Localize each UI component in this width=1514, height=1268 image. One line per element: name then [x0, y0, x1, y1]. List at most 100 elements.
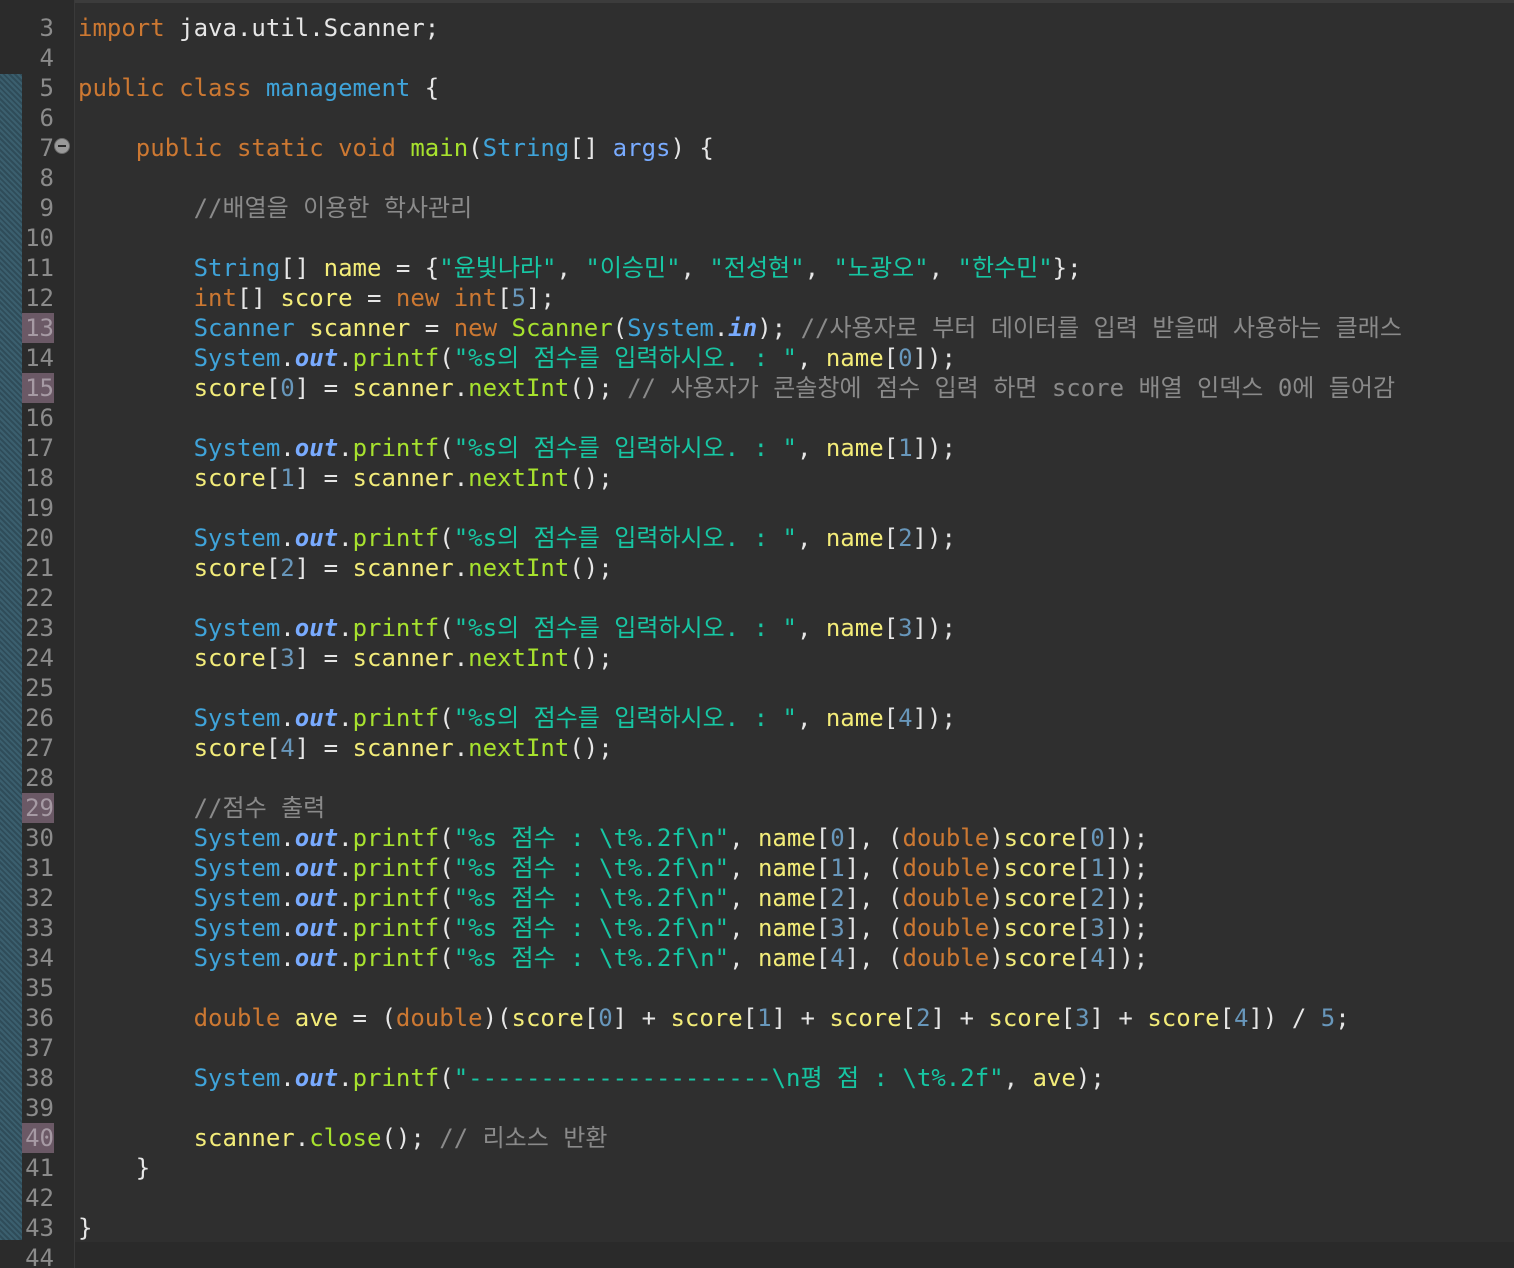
code-line[interactable]: 7 public static void main(String[] args)… [0, 133, 1514, 163]
code-line[interactable]: 30 System.out.printf("%s 점수 : \t%.2f\n",… [0, 823, 1514, 853]
code-line[interactable]: 29 //점수 출력 [0, 793, 1514, 823]
code-line[interactable]: 11 String[] name = {"윤빛나라", "이승민", "전성현"… [0, 253, 1514, 283]
code-text[interactable]: System.out.printf("%s 점수 : \t%.2f\n", na… [78, 823, 1149, 853]
code-line[interactable]: 40 scanner.close(); // 리소스 반환 [0, 1123, 1514, 1153]
code-line[interactable]: 10 [0, 223, 1514, 253]
code-token: 2 [280, 554, 295, 582]
code-token: int [193, 284, 237, 312]
code-text[interactable]: System.out.printf("%s 점수 : \t%.2f\n", na… [78, 913, 1149, 943]
line-number: 34 [25, 944, 54, 972]
code-line[interactable]: 3 import java.util.Scanner; [0, 13, 1514, 43]
code-text[interactable]: System.out.printf("%s의 점수를 입력하시오. : ", n… [78, 703, 956, 733]
line-number: 17 [25, 434, 54, 462]
code-text[interactable]: System.out.printf("%s 점수 : \t%.2f\n", na… [78, 853, 1149, 883]
code-line[interactable]: 26 System.out.printf("%s의 점수를 입력하시오. : "… [0, 703, 1514, 733]
code-text[interactable]: //배열을 이용한 학사관리 [78, 193, 473, 223]
code-text[interactable]: double ave = (double)(score[0] + score[1… [78, 1003, 1350, 1033]
code-line[interactable]: 12 int[] score = new int[5]; [0, 283, 1514, 313]
code-token: [] [569, 134, 613, 162]
code-text[interactable]: score[1] = scanner.nextInt(); [78, 463, 613, 493]
code-line[interactable]: 16 [0, 403, 1514, 433]
code-text[interactable]: score[4] = scanner.nextInt(); [78, 733, 613, 763]
code-text[interactable]: System.out.printf("%s의 점수를 입력하시오. : ", n… [78, 433, 956, 463]
code-line[interactable]: 8 [0, 163, 1514, 193]
code-line[interactable]: 5 public class management { [0, 73, 1514, 103]
code-token: name [825, 344, 884, 372]
code-line[interactable]: 28 [0, 763, 1514, 793]
code-text[interactable]: System.out.printf("%s의 점수를 입력하시오. : ", n… [78, 523, 956, 553]
code-token: "%s 점수 : \t%.2f\n" [453, 854, 730, 882]
code-line[interactable]: 39 [0, 1093, 1514, 1123]
code-line[interactable]: 44 [0, 1243, 1514, 1268]
fold-collapse-icon[interactable] [54, 138, 70, 154]
code-token: (); [569, 374, 628, 402]
code-token: 0 [280, 374, 295, 402]
code-line[interactable]: 21 score[2] = scanner.nextInt(); [0, 553, 1514, 583]
code-text[interactable]: score[2] = scanner.nextInt(); [78, 553, 613, 583]
code-token: main [410, 134, 469, 162]
code-token: [ [883, 704, 899, 732]
code-line[interactable]: 23 System.out.printf("%s의 점수를 입력하시오. : "… [0, 613, 1514, 643]
code-editor[interactable]: 3 import java.util.Scanner; 4 5 public class… [0, 0, 1514, 1268]
code-line[interactable]: 38 System.out.printf("------------------… [0, 1063, 1514, 1093]
code-text[interactable]: public class management { [78, 73, 439, 103]
code-line[interactable]: 24 score[3] = scanner.nextInt(); [0, 643, 1514, 673]
code-text[interactable]: System.out.printf("---------------------… [78, 1063, 1105, 1093]
code-line[interactable]: 43} [0, 1213, 1514, 1243]
code-text[interactable]: Scanner scanner = new Scanner(System.in)… [78, 313, 1402, 343]
code-line[interactable]: 35 [0, 973, 1514, 1003]
code-token: )( [482, 1004, 512, 1032]
code-text[interactable]: System.out.printf("%s의 점수를 입력하시오. : ", n… [78, 613, 956, 643]
code-line[interactable]: 36 double ave = (double)(score[0] + scor… [0, 1003, 1514, 1033]
code-text[interactable]: score[3] = scanner.nextInt(); [78, 643, 613, 673]
code-token: . [453, 554, 469, 582]
code-token: name [825, 704, 884, 732]
code-line[interactable]: 37 [0, 1033, 1514, 1063]
code-text[interactable]: System.out.printf("%s의 점수를 입력하시오. : ", n… [78, 343, 956, 373]
code-line[interactable]: 13 Scanner scanner = new Scanner(System.… [0, 313, 1514, 343]
code-line[interactable]: 41 } [0, 1153, 1514, 1183]
code-line[interactable]: 34 System.out.printf("%s 점수 : \t%.2f\n",… [0, 943, 1514, 973]
code-line[interactable]: 27 score[4] = scanner.nextInt(); [0, 733, 1514, 763]
code-text[interactable]: //점수 출력 [78, 793, 326, 823]
code-line[interactable]: 22 [0, 583, 1514, 613]
code-text[interactable]: import java.util.Scanner; [78, 13, 439, 43]
code-text[interactable]: System.out.printf("%s 점수 : \t%.2f\n", na… [78, 883, 1149, 913]
code-line[interactable]: 32 System.out.printf("%s 점수 : \t%.2f\n",… [0, 883, 1514, 913]
code-token: System [193, 884, 281, 912]
code-line[interactable]: 31 System.out.printf("%s 점수 : \t%.2f\n",… [0, 853, 1514, 883]
line-number: 4 [39, 44, 54, 72]
code-line[interactable]: 19 [0, 493, 1514, 523]
code-token: , [796, 344, 826, 372]
code-token: name [757, 914, 816, 942]
code-line[interactable]: 14 System.out.printf("%s의 점수를 입력하시오. : "… [0, 343, 1514, 373]
code-token: { [410, 74, 440, 102]
code-text[interactable]: public static void main(String[] args) { [78, 133, 714, 163]
code-line[interactable]: 9 //배열을 이용한 학사관리 [0, 193, 1514, 223]
code-token: printf [352, 854, 440, 882]
code-token: score [1147, 1004, 1220, 1032]
code-line[interactable]: 4 [0, 43, 1514, 73]
code-line[interactable]: 17 System.out.printf("%s의 점수를 입력하시오. : "… [0, 433, 1514, 463]
code-line[interactable]: 6 [0, 103, 1514, 133]
code-line[interactable]: 42 [0, 1183, 1514, 1213]
code-text[interactable]: String[] name = {"윤빛나라", "이승민", "전성현", "… [78, 253, 1082, 283]
code-line[interactable]: 33 System.out.printf("%s 점수 : \t%.2f\n",… [0, 913, 1514, 943]
code-line[interactable]: 18 score[1] = scanner.nextInt(); [0, 463, 1514, 493]
code-line[interactable]: 15 score[0] = scanner.nextInt(); // 사용자가… [0, 373, 1514, 403]
code-text[interactable]: } [78, 1213, 92, 1243]
code-text[interactable]: scanner.close(); // 리소스 반환 [78, 1123, 608, 1153]
code-line[interactable]: 25 [0, 673, 1514, 703]
code-token: printf [352, 884, 440, 912]
code-text[interactable]: int[] score = new int[5]; [78, 283, 555, 313]
code-line[interactable]: 20 System.out.printf("%s의 점수를 입력하시오. : "… [0, 523, 1514, 553]
code-token: out [294, 854, 339, 882]
code-text[interactable]: } [78, 1153, 150, 1183]
code-token: [ [1075, 854, 1091, 882]
code-text[interactable]: System.out.printf("%s 점수 : \t%.2f\n", na… [78, 943, 1149, 973]
code-token: score [193, 644, 266, 672]
code-text[interactable]: score[0] = scanner.nextInt(); // 사용자가 콘솔… [78, 373, 1395, 403]
